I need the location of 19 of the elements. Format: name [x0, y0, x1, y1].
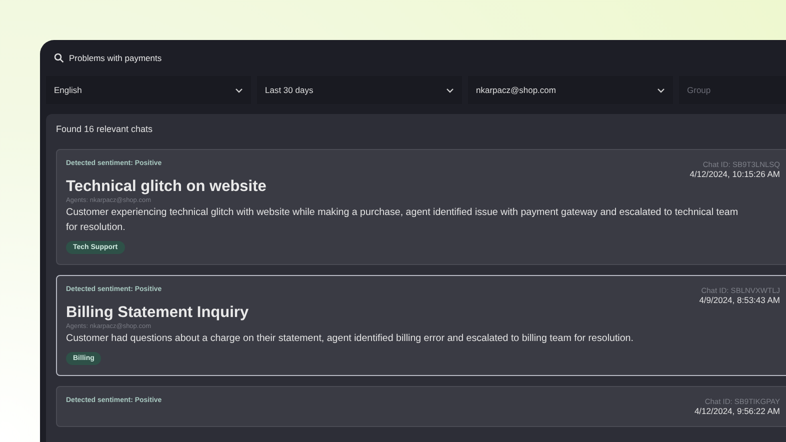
chevron-down-icon: [657, 88, 665, 92]
chat-date: 4/12/2024, 10:15:26 AM: [690, 169, 780, 179]
chat-title: Technical glitch on website: [66, 178, 268, 196]
chat-card[interactable]: [56, 275, 786, 376]
chevron-down-icon: [446, 88, 454, 92]
chat-summary: Customer had questions about a charge on their statement, agent identified billing error and escalated to billing team for resolution.: [66, 332, 634, 346]
dropdown[interactable]: Last 30 days: [257, 76, 462, 104]
chat-summary: Customer experiencing technical glitch with website while making a purchase, agent identified issue with payment gateway and escalated to technical team for resolution.: [66, 206, 740, 235]
search-field[interactable]: Problems with payments: [69, 53, 369, 63]
chat-date: 4/12/2024, 9:56:22 AM: [694, 406, 780, 416]
chat-title: Billing Statement Inquiry: [66, 304, 250, 322]
dropdown[interactable]: English: [46, 76, 251, 104]
chat-date: 4/9/2024, 8:53:43 AM: [699, 295, 780, 305]
chevron-down-icon: [235, 88, 243, 92]
results-count: Found 16 relevant chats: [56, 124, 154, 134]
dropdown[interactable]: nkarpacz@shop.com: [468, 76, 673, 104]
group-field[interactable]: Group: [679, 76, 786, 104]
search-icon: [54, 53, 64, 63]
chat-card[interactable]: [56, 149, 786, 265]
